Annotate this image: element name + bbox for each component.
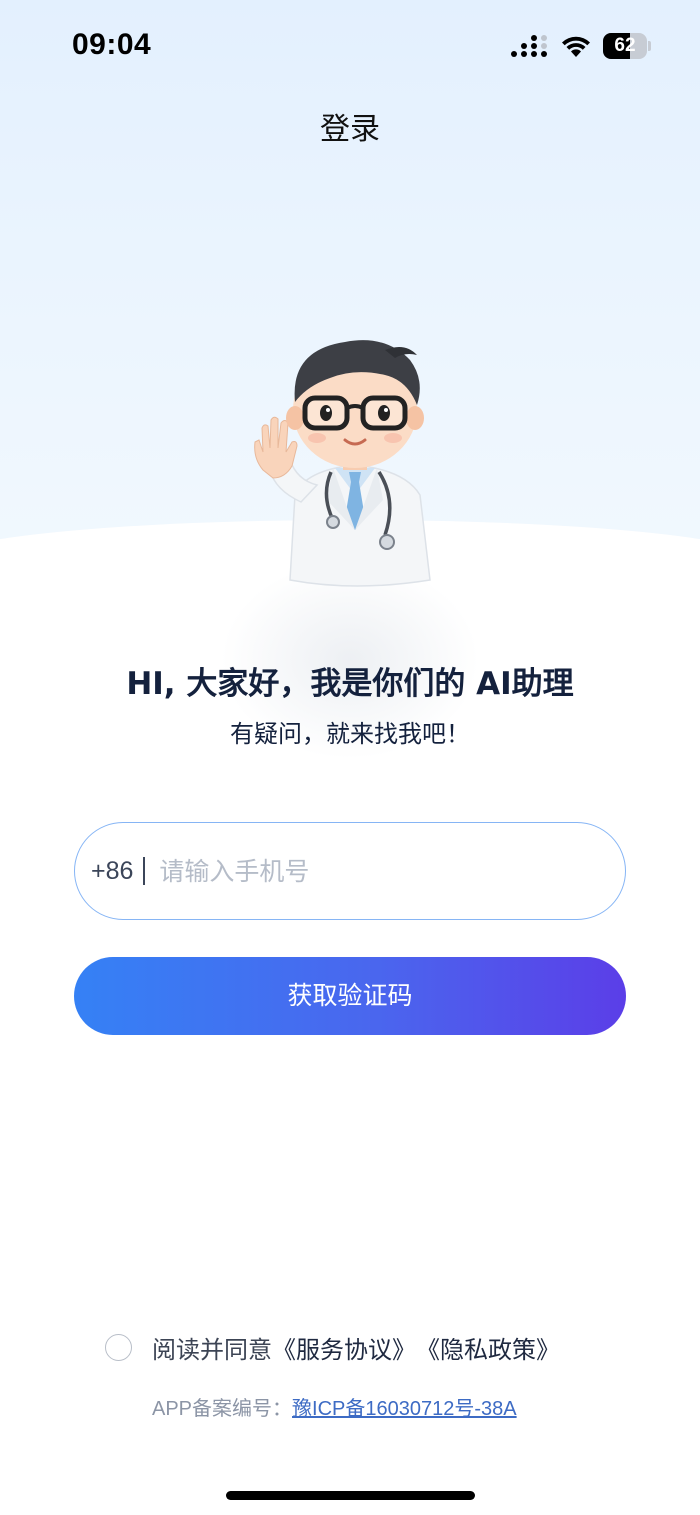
agreement-checkbox[interactable]: [105, 1333, 132, 1361]
agreement-prefix: 阅读并同意: [152, 1335, 272, 1364]
greeting-heading: HI, 大家好，我是你们的 AI助理: [126, 666, 574, 702]
phone-field[interactable]: +86: [74, 822, 626, 920]
battery-tip: [648, 41, 651, 51]
doctor-mascot-illustration: [254, 340, 431, 587]
icp-label: APP备案编号：: [152, 1397, 293, 1420]
icp-filing-row: APP备案编号： 豫ICP备16030712号-38A: [152, 1391, 517, 1421]
greeting-subtitle: 有疑问，就来找我吧！: [230, 720, 470, 748]
service-agreement-link[interactable]: 《服务协议》: [272, 1330, 416, 1365]
home-indicator[interactable]: [226, 1491, 475, 1500]
icp-number-link[interactable]: 豫ICP备16030712号-38A: [292, 1392, 517, 1421]
input-divider: [143, 857, 146, 885]
battery-icon: 62: [603, 33, 651, 59]
get-verification-code-button[interactable]: 获取验证码: [74, 957, 626, 1035]
login-screen: 09:04 62 登录 HI, 大家好，我是你们的 AI助理 有疑问，就来找我吧…: [0, 0, 700, 1515]
page-title: 登录: [320, 112, 380, 147]
wifi-icon: [562, 36, 590, 57]
status-time: 09:04: [72, 28, 152, 61]
country-code[interactable]: +86: [91, 857, 133, 886]
battery-body: 62: [603, 33, 647, 59]
cellular-signal-icon: [511, 35, 547, 57]
phone-input[interactable]: [159, 856, 580, 886]
agreement-row: 阅读并同意 《服务协议》 《隐私政策》: [105, 1328, 560, 1366]
privacy-policy-link[interactable]: 《隐私政策》: [416, 1330, 560, 1365]
battery-level-text: 62: [614, 35, 636, 56]
